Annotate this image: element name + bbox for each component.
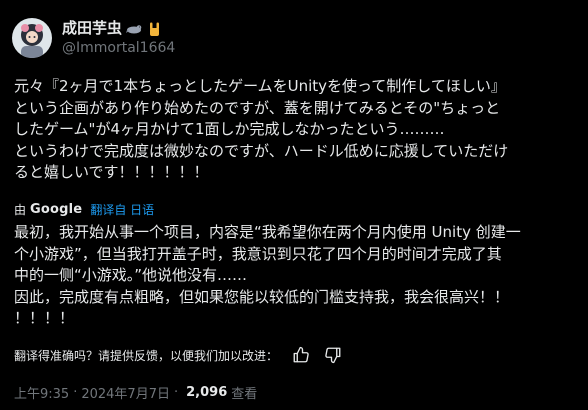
translated-text-line: 最初，我开始从事一个项目，内容是“我希望你在两个月内使用 Unity 创建一 <box>14 223 521 241</box>
original-text-line: ると嬉しいです！！！！！！ <box>14 163 209 181</box>
feedback-prompt: 翻译得准确吗？请提供反馈，以便我们加以改进： <box>14 348 279 363</box>
thumbs-down-icon[interactable] <box>324 346 342 364</box>
translation-feedback: 翻译得准确吗？请提供反馈，以便我们加以改进： <box>14 345 342 365</box>
translated-text-line: ！！！！ <box>14 309 75 327</box>
translated-text-line: 因此，完成度有点粗略，但如果您能以较低的门槛支持我，我会很高兴！！ <box>14 287 510 306</box>
post-translated-text: 最初，我开始从事一个项目，内容是“我希望你在两个月内使用 Unity 创建一 个… <box>14 222 580 330</box>
avatar[interactable] <box>12 18 52 58</box>
original-text-line: 元々『2ヶ月で1本ちょっとしたゲームをUnityを使って制作してほしい』 <box>14 77 506 95</box>
views-count: 2,096 <box>186 384 228 400</box>
translated-text-line: 个小游戏”，但当我打开盖子时，我意识到只花了四个月的时间才完成了其 <box>14 244 502 263</box>
post-date[interactable]: 2024年7月7日 <box>81 383 170 402</box>
seal-emoji-icon <box>126 21 142 37</box>
views-label: 查看 <box>231 386 258 402</box>
meta-separator: · <box>173 384 179 400</box>
original-text-line: したゲーム"が4ヶ月かけて1面しか完成しなかったという……… <box>14 120 445 138</box>
translated-from-link[interactable]: 翻译自 日语 <box>90 201 154 218</box>
thumbs-up-icon[interactable] <box>292 346 310 364</box>
post-header: 成田芋虫 @Immortal1664 <box>12 14 572 62</box>
translation-attribution: 由 Google 翻译自 日语 <box>14 200 154 218</box>
post-meta: 上午9:35 · 2024年7月7日 · 2,096 查看 <box>14 383 258 402</box>
display-name[interactable]: 成田芋虫 <box>62 19 122 38</box>
google-logo: Google <box>30 201 83 217</box>
rock-hand-emoji-icon <box>146 21 162 37</box>
post-original-text: 元々『2ヶ月で1本ちょっとしたゲームをUnityを使って制作してほしい』 という… <box>14 76 580 184</box>
user-handle[interactable]: @Immortal1664 <box>62 39 175 57</box>
translated-by-label: 由 <box>14 202 27 217</box>
translated-text-line: 中的一侧“小游戏。”他说他没有…… <box>14 266 248 284</box>
original-text-line: という企画があり作り始めたのですが、蓋を開けてみるとその"ちょっと <box>14 98 501 117</box>
post-time[interactable]: 上午9:35 <box>14 383 69 402</box>
meta-separator: · <box>73 384 78 400</box>
original-text-line: というわけで完成度は微妙なのですが、ハードル低めに応援していただけ <box>14 141 509 160</box>
